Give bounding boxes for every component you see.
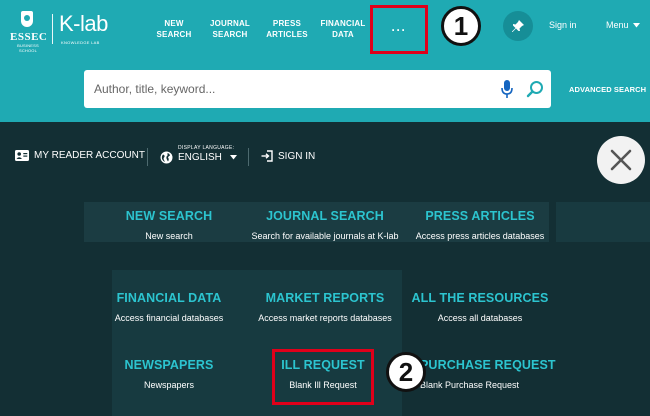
menu-item-description: Access market reports databases xyxy=(258,313,392,323)
nav-journal-search-line2: SEARCH xyxy=(212,30,248,39)
close-menu-button[interactable] xyxy=(597,136,645,184)
voice-search-button[interactable] xyxy=(497,79,517,99)
logo-divider xyxy=(52,14,53,44)
language-value-row: ENGLISH xyxy=(178,152,237,163)
site-logo[interactable]: ESSEC BUSINESS SCHOOL K-lab KNOWLEDGE LA… xyxy=(10,8,109,53)
nav-new-search-line2: SEARCH xyxy=(156,30,192,39)
sign-in-icon xyxy=(261,150,273,162)
pin-button[interactable] xyxy=(503,11,533,41)
overlay-sign-in-link[interactable]: SIGN IN xyxy=(261,150,315,162)
utility-divider xyxy=(147,148,148,166)
id-card-icon xyxy=(15,150,29,161)
menu-item-description: Blank Purchase Request xyxy=(420,380,520,390)
close-icon xyxy=(610,149,632,171)
menu-item-title: PRESS ARTICLES xyxy=(425,209,535,223)
overlay-sign-in-label: SIGN IN xyxy=(278,150,316,162)
search-submit-button[interactable] xyxy=(525,79,545,99)
nav-journal-search-line1: JOURNAL xyxy=(209,19,251,28)
search-icon xyxy=(526,81,543,98)
pin-icon xyxy=(512,20,524,32)
menu-item-description: Access press articles databases xyxy=(415,231,545,241)
my-reader-account-link[interactable]: MY READER ACCOUNT xyxy=(15,150,145,161)
caret-down-icon xyxy=(229,154,237,159)
menu-item-title: NEW SEARCH xyxy=(125,209,213,223)
menu-item-description: Access financial databases xyxy=(114,313,224,323)
menu-item-description: New search xyxy=(145,231,193,241)
essec-logo: ESSEC BUSINESS SCHOOL xyxy=(10,9,48,53)
nav-press-articles-line2: ARTICLES xyxy=(266,30,308,39)
language-value: ENGLISH xyxy=(178,151,222,163)
klab-logo-text: K-lab xyxy=(59,11,108,36)
menu-item-title: NEWSPAPERS xyxy=(124,358,214,372)
background-side-ghost xyxy=(556,202,650,242)
nav-new-search[interactable]: NEW SEARCH xyxy=(148,0,200,58)
menu-item-title: PURCHASE REQUEST xyxy=(420,358,556,372)
nav-journal-search[interactable]: JOURNAL SEARCH xyxy=(204,0,256,58)
menu-item-purchase-request[interactable]: PURCHASE REQUEST Blank Purchase Request xyxy=(420,358,556,392)
nav-press-articles-line1: PRESS xyxy=(272,19,302,28)
menu-item-all-resources[interactable]: ALL THE RESOURCES Access all databases xyxy=(410,291,550,325)
nav-new-search-line1: NEW xyxy=(164,19,184,28)
essec-logo-subtext: BUSINESS SCHOOL xyxy=(17,43,39,53)
nav-financial-data[interactable]: FINANCIAL DATA xyxy=(316,0,370,58)
nav-financial-data-line2: DATA xyxy=(332,30,354,39)
expanded-menu-overlay: MY READER ACCOUNT DISPLAY LANGUAGE: ENGL… xyxy=(0,122,650,416)
language-selector[interactable]: DISPLAY LANGUAGE: ENGLISH xyxy=(160,143,237,164)
step-callout-2: 2 xyxy=(386,352,426,392)
my-reader-account-label: MY READER ACCOUNT xyxy=(34,150,145,161)
menu-item-title: ALL THE RESOURCES xyxy=(411,291,549,305)
search-input[interactable] xyxy=(94,70,494,108)
menu-item-description: Access all databases xyxy=(437,313,523,323)
menu-item-new-search[interactable]: NEW SEARCH New search xyxy=(104,209,234,243)
step-callout-1: 1 xyxy=(441,6,481,46)
nav-financial-data-line1: FINANCIAL xyxy=(320,19,366,28)
menu-item-description: Blank Ill Request xyxy=(289,380,357,390)
menu-item-title: MARKET REPORTS xyxy=(265,291,385,305)
more-menu-button[interactable]: ··· xyxy=(370,5,428,54)
menu-item-financial-data[interactable]: FINANCIAL DATA Access financial database… xyxy=(104,291,234,325)
menu-item-title: ILL REQUEST xyxy=(281,358,365,372)
menu-item-newspapers[interactable]: NEWSPAPERS Newspapers xyxy=(104,358,234,392)
utility-divider xyxy=(248,148,249,166)
menu-item-title: JOURNAL SEARCH xyxy=(266,209,384,223)
menu-item-market-reports[interactable]: MARKET REPORTS Access market reports dat… xyxy=(245,291,405,325)
language-label: DISPLAY LANGUAGE: xyxy=(178,144,235,151)
klab-logo-subtext: KNOWLEDGE LAB xyxy=(61,40,100,45)
header-menu-label: Menu xyxy=(606,20,629,30)
menu-item-ill-request[interactable]: ILL REQUEST Blank Ill Request xyxy=(272,349,374,405)
menu-item-journal-search[interactable]: JOURNAL SEARCH Search for available jour… xyxy=(250,209,400,243)
menu-item-press-articles[interactable]: PRESS ARTICLES Access press articles dat… xyxy=(410,209,550,243)
microphone-icon xyxy=(501,80,513,98)
search-box xyxy=(84,70,551,108)
header-menu-button[interactable]: Menu xyxy=(606,20,640,30)
essec-shield-icon xyxy=(21,11,33,27)
search-bar-area: ADVANCED SEARCH xyxy=(0,58,650,122)
menu-item-title: FINANCIAL DATA xyxy=(116,291,222,305)
essec-logo-text: ESSEC xyxy=(10,31,48,43)
advanced-search-link[interactable]: ADVANCED SEARCH xyxy=(569,85,646,94)
language-text: DISPLAY LANGUAGE: ENGLISH xyxy=(178,145,237,163)
klab-logo: K-lab KNOWLEDGE LAB xyxy=(59,9,109,49)
header-sign-in-link[interactable]: Sign in xyxy=(549,20,577,30)
globe-icon xyxy=(160,151,173,164)
top-navigation-bar: ESSEC BUSINESS SCHOOL K-lab KNOWLEDGE LA… xyxy=(0,0,650,58)
menu-item-description: Search for available journals at K-lab xyxy=(251,231,399,241)
menu-item-description: Newspapers xyxy=(143,380,195,390)
nav-press-articles[interactable]: PRESS ARTICLES xyxy=(260,0,314,58)
chevron-down-icon xyxy=(632,22,640,27)
